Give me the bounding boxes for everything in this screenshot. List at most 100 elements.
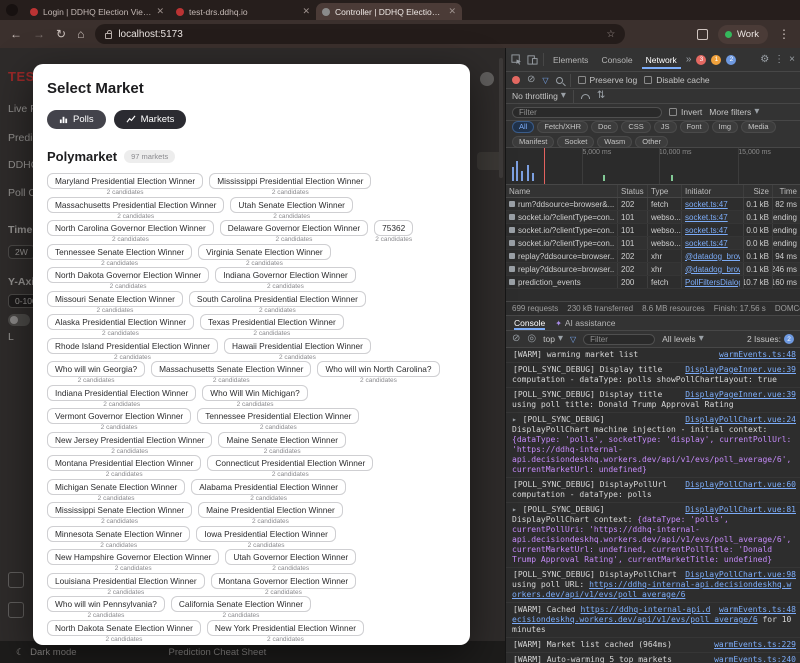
- invert-checkbox[interactable]: Invert: [669, 107, 702, 117]
- market-button[interactable]: Iowa Presidential Election Winner: [196, 525, 336, 542]
- bookmark-star-icon[interactable]: ☆: [606, 29, 615, 40]
- markets-tab[interactable]: Markets: [113, 110, 187, 129]
- request-initiator[interactable]: socket.ts:47: [682, 237, 744, 249]
- request-type-chip[interactable]: Manifest: [512, 135, 555, 148]
- filter-funnel-icon[interactable]: ▽: [542, 76, 548, 85]
- network-overview-timeline[interactable]: 5,000 ms 10,000 ms 15,000 ms: [506, 148, 800, 185]
- reload-icon[interactable]: ↻: [56, 28, 66, 40]
- request-type-chip[interactable]: Wasm: [597, 135, 633, 148]
- error-count-badge[interactable]: 3: [696, 54, 707, 65]
- market-button[interactable]: North Carolina Governor Election Winner: [47, 220, 214, 237]
- drawer-tab-ai-assistance[interactable]: ✦ AI assistance: [555, 316, 615, 330]
- log-levels-select[interactable]: All levels ▾: [662, 334, 704, 345]
- search-icon[interactable]: [555, 76, 563, 84]
- request-type-chip[interactable]: Other: [635, 135, 669, 148]
- network-filter-input[interactable]: [512, 106, 662, 118]
- home-icon[interactable]: ⌂: [77, 28, 84, 40]
- network-request-row[interactable]: prediction_events 200 fetch PollFiltersD…: [506, 276, 800, 289]
- extensions-icon[interactable]: [697, 28, 708, 40]
- network-request-row[interactable]: replay?ddsource=browser... 202 xhr @data…: [506, 250, 800, 263]
- column-initiator[interactable]: Initiator: [682, 185, 744, 197]
- market-button[interactable]: New Jersey Presidential Election Winner: [47, 431, 213, 448]
- market-button[interactable]: Who will win North Carolina?: [317, 361, 440, 378]
- tab-close-icon[interactable]: ✕: [302, 6, 310, 17]
- console-source-link[interactable]: DisplayPollChart.vue:60: [685, 480, 796, 490]
- forward-icon[interactable]: →: [33, 28, 45, 40]
- console-source-link[interactable]: warmEvents.ts:240: [714, 655, 796, 663]
- market-button[interactable]: Massachusetts Senate Election Winner: [151, 361, 312, 378]
- request-type-chip[interactable]: Fetch/XHR: [537, 120, 589, 133]
- console-message[interactable]: DisplayPollChart.vue:60 [POLL_SYNC_DEBUG…: [506, 478, 800, 503]
- market-button[interactable]: Maine Presidential Election Winner: [198, 502, 343, 519]
- request-initiator[interactable]: socket.ts:47: [682, 224, 744, 236]
- tab-search-icon[interactable]: [6, 4, 18, 16]
- console-message[interactable]: warmEvents.ts:48 [WARM] warming market l…: [506, 348, 800, 363]
- console-source-link[interactable]: DisplayPollChart.vue:81: [685, 505, 796, 515]
- tab-close-icon[interactable]: ✕: [156, 6, 164, 17]
- market-button[interactable]: New Hampshire Governor Election Winner: [47, 549, 220, 566]
- market-button[interactable]: Montana Presidential Election Winner: [47, 455, 202, 472]
- console-filter-icon[interactable]: ▽: [570, 335, 576, 344]
- console-message[interactable]: DisplayPollChart.vue:98 [POLL_SYNC_DEBUG…: [506, 568, 800, 603]
- market-button[interactable]: Missouri Senate Election Winner: [47, 290, 183, 307]
- network-conditions-icon[interactable]: [580, 93, 590, 99]
- import-export-icon[interactable]: ⇅: [597, 91, 605, 101]
- market-button[interactable]: Indiana Governor Election Winner: [215, 267, 356, 284]
- request-initiator[interactable]: socket.ts:47: [682, 198, 744, 210]
- network-request-row[interactable]: socket.io/?clientType=con... 101 webso..…: [506, 237, 800, 250]
- request-type-chip[interactable]: JS: [653, 120, 677, 133]
- issues-counter[interactable]: 2 Issues: 2: [747, 334, 794, 344]
- tab-console[interactable]: Console: [597, 51, 636, 69]
- devtools-close-icon[interactable]: ×: [789, 54, 795, 65]
- market-button[interactable]: Maryland Presidential Election Winner: [47, 173, 204, 190]
- market-button[interactable]: Utah Governor Election Winner: [225, 549, 357, 566]
- market-button[interactable]: Connecticut Presidential Election Winner: [207, 455, 374, 472]
- market-button[interactable]: Utah Senate Election Winner: [230, 196, 353, 213]
- profile-button[interactable]: Work: [718, 24, 768, 44]
- market-button[interactable]: Tennessee Senate Election Winner: [47, 243, 193, 260]
- market-button[interactable]: Louisiana Presidential Election Winner: [47, 572, 205, 589]
- issues-count-badge[interactable]: 2: [726, 54, 737, 65]
- column-name[interactable]: Name: [506, 185, 618, 197]
- console-source-link[interactable]: warmEvents.ts:48: [719, 350, 796, 360]
- network-request-row[interactable]: socket.io/?clientType=con... 101 webso..…: [506, 211, 800, 224]
- settings-gear-icon[interactable]: ⚙: [760, 54, 769, 65]
- market-button[interactable]: North Dakota Senate Election Winner: [47, 619, 201, 636]
- more-filters-dropdown[interactable]: More filters ▾: [709, 107, 759, 118]
- market-button[interactable]: Massachusetts Presidential Election Winn…: [47, 196, 225, 213]
- console-source-link[interactable]: DisplayPageInner.vue:39: [685, 390, 796, 400]
- column-size[interactable]: Size: [744, 185, 773, 197]
- expand-triangle-icon[interactable]: ▸: [512, 505, 517, 514]
- console-source-link[interactable]: warmEvents.ts:229: [714, 640, 796, 650]
- devtools-menu-icon[interactable]: ⋮: [774, 54, 784, 65]
- address-bar[interactable]: localhost:5173 ☆: [95, 24, 626, 44]
- market-button[interactable]: Texas Presidential Election Winner: [199, 314, 344, 331]
- column-status[interactable]: Status: [618, 185, 648, 197]
- market-button[interactable]: Indiana Presidential Election Winner: [47, 384, 197, 401]
- market-button[interactable]: Who will win Pennsylvania?: [47, 596, 165, 613]
- tab-network[interactable]: Network: [642, 51, 681, 69]
- network-request-row[interactable]: socket.io/?clientType=con... 101 webso..…: [506, 224, 800, 237]
- console-message[interactable]: warmEvents.ts:48 [WARM] Cached https://d…: [506, 603, 800, 638]
- console-message[interactable]: warmEvents.ts:229 [WARM] Market list cac…: [506, 638, 800, 653]
- request-type-chip[interactable]: Media: [741, 120, 776, 133]
- tab-close-icon[interactable]: ✕: [448, 6, 456, 17]
- column-time[interactable]: Time: [773, 185, 800, 197]
- market-button[interactable]: Tennessee Presidential Election Winner: [197, 408, 360, 425]
- expand-triangle-icon[interactable]: ▸: [512, 415, 517, 424]
- request-type-chip[interactable]: CSS: [621, 120, 651, 133]
- market-button[interactable]: Delaware Governor Election Winner: [219, 220, 369, 237]
- column-type[interactable]: Type: [648, 185, 682, 197]
- market-button[interactable]: Who Will Win Michigan?: [202, 384, 308, 401]
- request-initiator[interactable]: PollFiltersDialog...: [682, 276, 744, 288]
- market-button[interactable]: California Senate Election Winner: [170, 596, 311, 613]
- browser-tab[interactable]: Login | DDHQ Election View 3 ✕: [24, 3, 170, 20]
- market-button[interactable]: Maine Senate Election Winner: [218, 431, 347, 448]
- request-initiator[interactable]: socket.ts:47: [682, 211, 744, 223]
- network-request-row[interactable]: replay?ddsource=browser... 202 xhr @data…: [506, 263, 800, 276]
- console-filter-input[interactable]: [583, 333, 656, 345]
- context-select[interactable]: top ▾: [543, 334, 563, 345]
- market-button[interactable]: Minnesota Senate Election Winner: [47, 525, 191, 542]
- market-button[interactable]: Alabama Presidential Election Winner: [191, 478, 347, 495]
- warning-count-badge[interactable]: 1: [711, 54, 722, 65]
